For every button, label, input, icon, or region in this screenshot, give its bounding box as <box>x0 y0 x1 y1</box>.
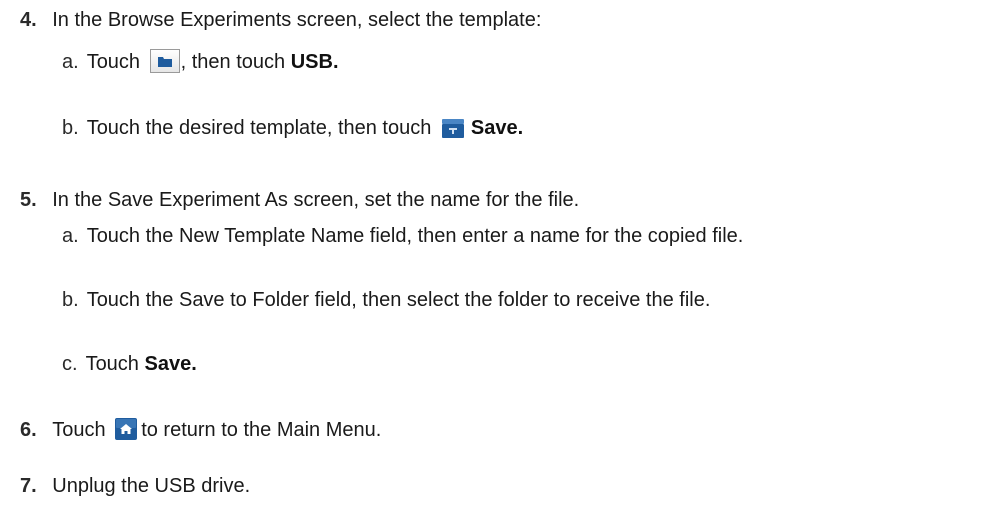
step-number: 4. <box>20 9 37 31</box>
substep-text: Touch <box>86 51 141 73</box>
step-5c: c. Touch Save. <box>62 350 197 378</box>
substep-letter: a. <box>62 51 79 73</box>
step-text: In the Browse Experiments screen, select… <box>52 9 542 31</box>
save-label: Save. <box>144 353 197 375</box>
step-4: 4. In the Browse Experiments screen, sel… <box>20 6 541 34</box>
step-text: Touch <box>52 419 106 441</box>
folder-icon <box>149 49 180 73</box>
substep-letter: b. <box>62 117 79 139</box>
save-icon <box>441 119 464 138</box>
substep-text: Touch the Save to Folder field, then sel… <box>86 289 711 311</box>
substep-text: Touch <box>85 353 139 375</box>
usb-label: USB. <box>290 51 339 73</box>
substep-letter: a. <box>62 225 79 247</box>
home-icon <box>115 418 138 440</box>
step-5b: b. Touch the Save to Folder field, then s… <box>62 286 710 314</box>
step-number: 7. <box>20 475 37 497</box>
substep-text-post: , then touch <box>180 51 286 73</box>
step-6: 6. Touch to return to the Main Menu. <box>20 416 381 444</box>
substep-letter: b. <box>62 289 79 311</box>
substep-text: Touch the desired template, then touch <box>86 117 432 139</box>
step-number: 5. <box>20 189 37 211</box>
step-5a: a. Touch the New Template Name field, the… <box>62 222 743 250</box>
step-number: 6. <box>20 419 37 441</box>
save-label: Save. <box>470 117 524 139</box>
step-4b: b. Touch the desired template, then touch… <box>62 114 523 142</box>
step-text: In the Save Experiment As screen, set th… <box>52 189 580 211</box>
step-4a: a. Touch , then touch USB. <box>62 48 339 76</box>
substep-letter: c. <box>62 353 78 375</box>
step-text: Unplug the USB drive. <box>52 475 251 497</box>
step-5: 5. In the Save Experiment As screen, set… <box>20 186 579 214</box>
step-text-post: to return to the Main Menu. <box>141 419 382 441</box>
substep-text: Touch the New Template Name field, then … <box>86 225 744 247</box>
step-7: 7. Unplug the USB drive. <box>20 472 250 500</box>
